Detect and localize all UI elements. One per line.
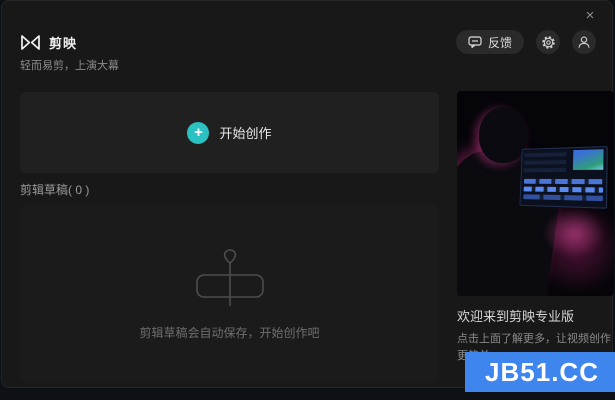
drafts-section-label: 剪辑草稿( 0 ) <box>20 181 89 198</box>
promo-timeline-track <box>524 179 603 184</box>
app-window: × 剪映 反馈 <box>1 0 613 388</box>
promo-hand-glow <box>543 209 605 257</box>
create-banner: + 开始创作 <box>20 92 439 173</box>
promo-timeline-track <box>524 187 603 193</box>
start-creating-label: 开始创作 <box>219 123 271 142</box>
account-button[interactable] <box>572 30 596 54</box>
watermark-badge: JB51.CC <box>465 352 615 392</box>
user-icon <box>577 35 591 49</box>
feedback-button[interactable]: 反馈 <box>456 30 524 54</box>
promo-timeline-track <box>523 194 603 201</box>
plus-icon: + <box>187 122 209 144</box>
gear-icon <box>541 35 556 50</box>
app-tagline: 轻而易剪，上演大幕 <box>20 57 119 73</box>
clip-playhead-icon <box>194 248 266 308</box>
promo-image[interactable] <box>457 91 614 296</box>
app-title: 剪映 <box>49 33 77 52</box>
promo-laptop-screen <box>519 146 607 209</box>
promo-screen-preview <box>573 149 604 170</box>
promo-sidebar: 欢迎来到剪映专业版 点击上面了解更多，让视频创作更简单 <box>457 91 614 365</box>
promo-screen-panels <box>524 150 567 172</box>
feedback-label: 反馈 <box>488 34 512 51</box>
header-controls: 反馈 <box>456 30 596 54</box>
drafts-empty-hint: 剪辑草稿会自动保存，开始创作吧 <box>139 324 319 341</box>
drafts-panel: 剪辑草稿会自动保存，开始创作吧 <box>20 205 439 383</box>
header: 剪映 反馈 <box>20 30 596 54</box>
promo-title: 欢迎来到剪映专业版 <box>457 306 614 325</box>
close-icon[interactable]: × <box>580 5 600 25</box>
settings-button[interactable] <box>536 30 560 54</box>
promo-person-head <box>479 107 527 163</box>
comment-icon <box>468 36 482 48</box>
start-creating-button[interactable]: + 开始创作 <box>187 122 271 144</box>
capcut-logo-icon <box>20 34 41 51</box>
brand: 剪映 <box>20 33 77 52</box>
